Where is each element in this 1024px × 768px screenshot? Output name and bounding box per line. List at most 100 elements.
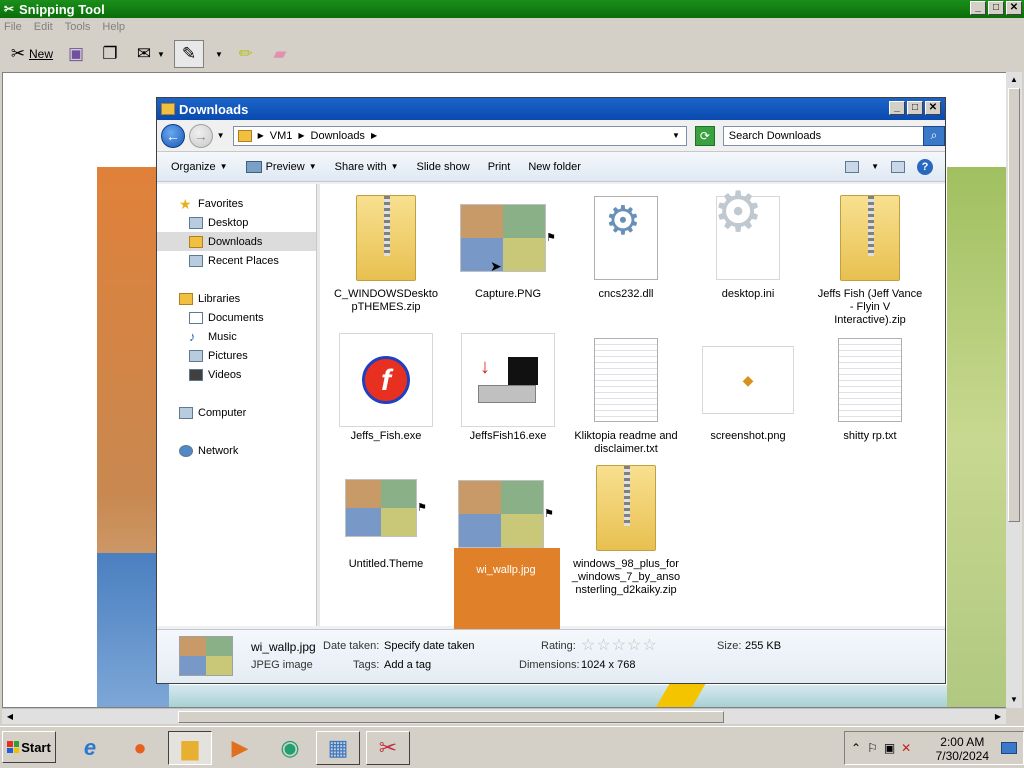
date-taken-value[interactable]: Specify date taken [384, 640, 475, 652]
preview-pane-icon[interactable] [891, 160, 905, 173]
explorer-title: Downloads [179, 101, 249, 117]
file-item[interactable]: Kliktopia readme and disclaimer.txt [571, 332, 681, 456]
highlighter-button[interactable]: ✏ [232, 40, 260, 68]
eraser-button[interactable]: ▰ [266, 40, 294, 68]
pen-dropdown[interactable]: ▼ [210, 40, 226, 68]
nav-videos[interactable]: Videos [157, 365, 316, 384]
scissors-icon: ✂ [3, 2, 15, 16]
scroll-up-icon[interactable]: ▲ [1008, 74, 1020, 86]
scroll-left-icon[interactable]: ◀ [4, 711, 16, 723]
maximize-button[interactable]: □ [988, 1, 1004, 15]
help-icon[interactable]: ? [917, 158, 933, 175]
change-view-icon[interactable] [845, 160, 860, 173]
taskbar-media-player[interactable]: ▶ [218, 731, 262, 765]
file-name: Kliktopia readme and disclaimer.txt [574, 430, 678, 455]
nav-favorites[interactable]: ★ Favorites [157, 194, 316, 213]
menu-file[interactable]: File [4, 21, 22, 33]
file-item[interactable]: ↓ JeffsFish16.exe [453, 332, 563, 443]
vertical-scrollbar[interactable]: ▲ ▼ [1006, 72, 1022, 708]
nav-downloads[interactable]: Downloads [157, 232, 316, 251]
nav-recent-places[interactable]: Recent Places [157, 251, 316, 270]
preview-button[interactable]: Preview ▼ [245, 160, 317, 173]
breadcrumb-downloads[interactable]: Downloads [311, 130, 365, 142]
rating-stars[interactable]: ☆☆☆☆☆ [581, 635, 658, 655]
network-icon[interactable]: ▣ [884, 741, 895, 755]
floppy-install-icon: ↓ [478, 357, 538, 403]
chevron-down-icon: ▼ [157, 49, 165, 59]
chevron-down-icon[interactable]: ▼ [217, 131, 225, 140]
forward-button[interactable]: → [188, 123, 213, 148]
taskbar-explorer[interactable]: ▆ [168, 731, 212, 765]
minimize-button[interactable]: _ [889, 101, 905, 115]
scroll-thumb[interactable] [1008, 88, 1020, 522]
chevron-down-icon[interactable]: ▼ [871, 162, 879, 171]
close-button[interactable]: ✕ [1006, 1, 1022, 15]
taskbar-app[interactable]: ◉ [268, 731, 312, 765]
pane-splitter[interactable] [317, 184, 320, 626]
pen-button[interactable]: ✎ [173, 40, 204, 68]
menu-tools[interactable]: Tools [65, 21, 91, 33]
new-snip-icon: ✂ [10, 44, 26, 63]
address-bar[interactable]: ▶ VM1 ▶ Downloads ▶ ▼ [232, 125, 687, 146]
nav-pictures[interactable]: Pictures [157, 346, 316, 365]
file-item[interactable]: ◆ screenshot.png [693, 332, 803, 443]
file-item[interactable]: ⚙ desktop.ini [693, 184, 803, 301]
organize-button[interactable]: Organize ▼ [171, 161, 228, 173]
file-item[interactable]: f Jeffs_Fish.exe [331, 332, 441, 443]
new-snip-button[interactable]: ✂ New [4, 40, 56, 68]
file-item[interactable]: Jeffs Fish (Jeff Vance - Flyin V Interac… [815, 190, 925, 327]
breadcrumb-vm1[interactable]: VM1 [270, 130, 293, 142]
close-button[interactable]: ✕ [925, 101, 941, 115]
maximize-button[interactable]: □ [907, 101, 923, 115]
chevron-right-icon[interactable]: ▶ [371, 131, 377, 140]
show-desktop-icon[interactable] [1001, 742, 1017, 754]
horizontal-scrollbar[interactable]: ◀ ▶ [2, 708, 1006, 724]
details-pane: wi_wallp.jpg JPEG image Date taken: Spec… [157, 629, 945, 683]
copy-button[interactable]: ❐ [96, 40, 124, 68]
nav-music[interactable]: ♪ Music [157, 327, 316, 346]
clock[interactable]: 2:00 AM 7/30/2024 [936, 735, 989, 763]
taskbar-snipping-tool[interactable]: ✂ [366, 731, 410, 765]
send-button[interactable]: ✉ ▼ [130, 40, 168, 68]
start-button[interactable]: Start [2, 731, 56, 763]
file-name: Capture.PNG [474, 288, 542, 300]
file-item[interactable]: C_WINDOWSDesktopTHEMES.zip [331, 190, 441, 314]
scroll-right-icon[interactable]: ▶ [992, 711, 1004, 723]
file-item[interactable]: shitty rp.txt [815, 332, 925, 443]
new-folder-button[interactable]: New folder [528, 161, 581, 173]
chevron-down-icon[interactable]: ▼ [672, 131, 680, 140]
tags-value[interactable]: Add a tag [384, 659, 431, 671]
nav-documents[interactable]: Documents [157, 308, 316, 327]
back-button[interactable]: ← [161, 123, 185, 148]
chevron-right-icon[interactable]: ▶ [298, 131, 304, 140]
menu-help[interactable]: Help [102, 21, 125, 33]
chevron-up-icon[interactable]: ⌃ [851, 741, 861, 755]
share-button[interactable]: Share with ▼ [335, 161, 399, 173]
taskbar-ie[interactable]: e [68, 731, 112, 765]
print-button[interactable]: Print [488, 161, 511, 173]
file-item[interactable]: ⚑ Untitled.Theme [331, 460, 441, 571]
search-input[interactable]: Search Downloads ⌕ [722, 125, 946, 146]
scroll-thumb[interactable] [178, 711, 724, 723]
nav-computer[interactable]: Computer [157, 403, 316, 422]
save-button[interactable]: ▣ [62, 40, 90, 68]
file-item[interactable]: ⚑ ➤ Capture.PNG [453, 190, 563, 301]
minimize-button[interactable]: _ [970, 1, 986, 15]
file-list: C_WINDOWSDesktopTHEMES.zip ⚑ ➤ Capture.P… [327, 184, 945, 662]
file-item[interactable]: windows_98_plus_for_windows_7_by_ansonst… [571, 460, 681, 597]
menu-edit[interactable]: Edit [34, 21, 53, 33]
nav-libraries[interactable]: Libraries [157, 289, 316, 308]
file-item[interactable]: ⚙ cncs232.dll [571, 190, 681, 301]
flag-icon[interactable]: ⚐ [867, 741, 878, 755]
nav-network[interactable]: Network [157, 441, 316, 460]
volume-muted-icon[interactable]: ✕ [901, 741, 911, 755]
size-label: Size: [717, 640, 742, 652]
taskbar-control-panel[interactable]: ▦ [316, 731, 360, 765]
file-item-selected[interactable]: ⚑ wi_wallp.jpg [451, 466, 561, 577]
search-icon[interactable]: ⌕ [923, 125, 946, 146]
taskbar-firefox[interactable]: ● [118, 731, 162, 765]
refresh-button[interactable]: ⟳ [694, 125, 715, 146]
nav-desktop[interactable]: Desktop [157, 213, 316, 232]
slideshow-button[interactable]: Slide show [417, 161, 470, 173]
scroll-down-icon[interactable]: ▼ [1008, 694, 1020, 706]
